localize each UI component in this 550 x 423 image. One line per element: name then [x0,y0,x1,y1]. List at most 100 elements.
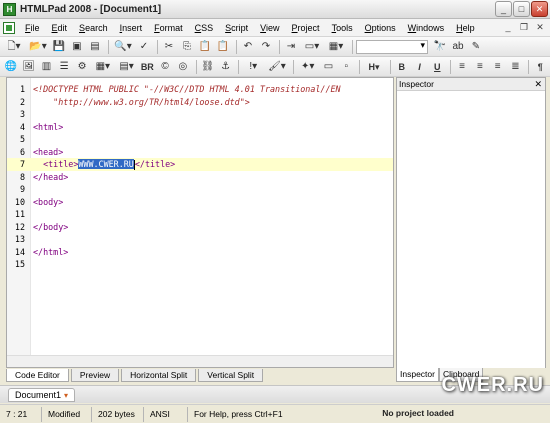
toolbar-separator [352,39,353,54]
menu-edit[interactable]: Edit [46,23,74,33]
tab-code-editor[interactable]: Code Editor [6,369,69,382]
undo-icon[interactable]: ↶ [240,39,256,55]
document-tab[interactable]: Document1 ▾ [8,388,76,402]
tab-vertical-split[interactable]: Vertical Split [198,369,264,382]
find-icon[interactable]: 🔭 [432,39,448,55]
image-icon[interactable]: 🖼 [21,59,37,75]
indent-icon[interactable]: ⇥ [283,39,299,55]
code-text: "http://www.w3.org/TR/html4/loose.dtd"> [33,96,250,107]
new-file-icon[interactable]: 🗋▾ [3,39,25,55]
globe-icon[interactable]: 🌐 [3,59,19,75]
span-icon[interactable]: ▫ [338,59,354,75]
code-line[interactable]: 5 [7,133,393,146]
code-line[interactable]: 12 </body> [7,221,393,234]
table-icon[interactable]: ▦▾ [92,59,114,75]
underline-button[interactable]: U [429,59,445,75]
menu-options[interactable]: Options [359,23,402,33]
code-line[interactable]: 15 [7,258,393,271]
line-break-button[interactable]: BR [139,59,155,75]
form-icon[interactable]: ▥ [39,59,55,75]
code-text: <head> [33,146,64,157]
code-line[interactable]: 2 "http://www.w3.org/TR/html4/loose.dtd"… [7,96,393,109]
code-line[interactable]: 8 </head> [7,171,393,184]
line-number: 3 [19,109,25,119]
menu-file[interactable]: File [19,23,46,33]
spellcheck-icon[interactable]: ✓ [136,39,152,55]
menu-bar: File Edit Search Insert Format CSS Scrip… [0,19,550,37]
menu-view[interactable]: View [254,23,285,33]
list-icon[interactable]: ☰ [56,59,72,75]
close-button[interactable]: ✕ [531,1,548,17]
replace-icon[interactable]: ab [450,39,466,55]
paste-icon[interactable]: 📋 [197,39,213,55]
heading-button[interactable]: H▾ [363,59,385,75]
window-title: HTMLPad 2008 - [Document1] [20,3,162,15]
menu-script[interactable]: Script [219,23,254,33]
code-line[interactable]: 14 </html> [7,246,393,259]
toolbar-separator [108,39,109,54]
paste-special-icon[interactable]: 📋 [215,39,231,55]
horizontal-scrollbar[interactable] [7,355,393,367]
document-icon[interactable] [3,21,15,34]
copyright-icon[interactable]: © [157,59,173,75]
layout-icon[interactable]: ▭▾ [301,39,323,55]
copy-icon[interactable]: ⎘ [179,39,195,55]
code-line[interactable]: 10 <body> [7,196,393,209]
link-icon[interactable]: ⛓ [200,59,216,75]
menu-css[interactable]: CSS [189,23,220,33]
italic-button[interactable]: I [412,59,428,75]
tag-tool-icon[interactable]: ✎ [468,39,484,55]
menu-help[interactable]: Help [450,23,481,33]
tab-horizontal-split[interactable]: Horizontal Split [121,369,197,382]
style-icon[interactable]: ⚙ [74,59,90,75]
justify-icon[interactable]: ≣ [508,59,524,75]
align-left-icon[interactable]: ≡ [454,59,470,75]
maximize-button[interactable]: □ [513,1,530,17]
menu-windows[interactable]: Windows [402,23,451,33]
marker-icon[interactable]: !▾ [242,59,264,75]
tab-preview[interactable]: Preview [70,369,120,382]
code-editor[interactable]: 1 <!DOCTYPE HTML PUBLIC "-//W3C//DTD HTML… [6,77,394,368]
line-number: 9 [19,184,25,194]
bold-button[interactable]: B [394,59,410,75]
font-combo[interactable] [356,39,428,54]
code-line[interactable]: 7 <title>WWW.CWER.RU</title> [7,158,393,171]
split-view-icon[interactable]: ▦▾ [325,39,347,55]
minimize-button[interactable]: _ [495,1,512,17]
code-line[interactable]: 4 <html> [7,121,393,134]
menu-tools[interactable]: Tools [326,23,359,33]
code-line[interactable]: 11 [7,208,393,221]
open-folder-icon[interactable]: 📂▾ [27,39,49,55]
save-all-icon[interactable]: ▣ [69,39,85,55]
wizard-icon[interactable]: ✦▾ [297,59,319,75]
code-text: </body> [33,221,69,232]
brush-icon[interactable]: 🖌▾ [266,59,288,75]
close-icon[interactable]: ✕ [534,78,542,91]
div-icon[interactable]: ▭ [321,59,337,75]
tab-inspector[interactable]: Inspector [396,368,439,382]
code-line[interactable]: 1 <!DOCTYPE HTML PUBLIC "-//W3C//DTD HTML… [7,83,393,96]
frame-icon[interactable]: ▤▾ [116,59,138,75]
mdi-restore-icon[interactable]: ❐ [518,22,530,34]
comment-icon[interactable]: ◎ [175,59,191,75]
status-bar: 7 : 21 Modified 202 bytes ANSI For Help,… [0,404,550,423]
anchor-icon[interactable]: ⚓ [218,59,234,75]
menu-search[interactable]: Search [73,23,114,33]
preview-icon[interactable]: 🔍▾ [112,39,134,55]
menu-insert[interactable]: Insert [114,23,149,33]
menu-format[interactable]: Format [148,23,189,33]
redo-icon[interactable]: ↷ [258,39,274,55]
mdi-minimize-icon[interactable]: _ [502,22,514,34]
save-icon[interactable]: 💾 [51,39,67,55]
code-line[interactable]: 3 [7,108,393,121]
align-center-icon[interactable]: ≡ [472,59,488,75]
pilcrow-button[interactable]: ¶ [532,59,548,75]
menu-project[interactable]: Project [286,23,326,33]
code-line[interactable]: 6 <head> [7,146,393,159]
align-right-icon[interactable]: ≡ [490,59,506,75]
mdi-close-icon[interactable]: ✕ [534,22,546,34]
code-line[interactable]: 13 [7,233,393,246]
cut-icon[interactable]: ✂ [161,39,177,55]
code-line[interactable]: 9 [7,183,393,196]
close-file-icon[interactable]: ▤ [87,39,103,55]
